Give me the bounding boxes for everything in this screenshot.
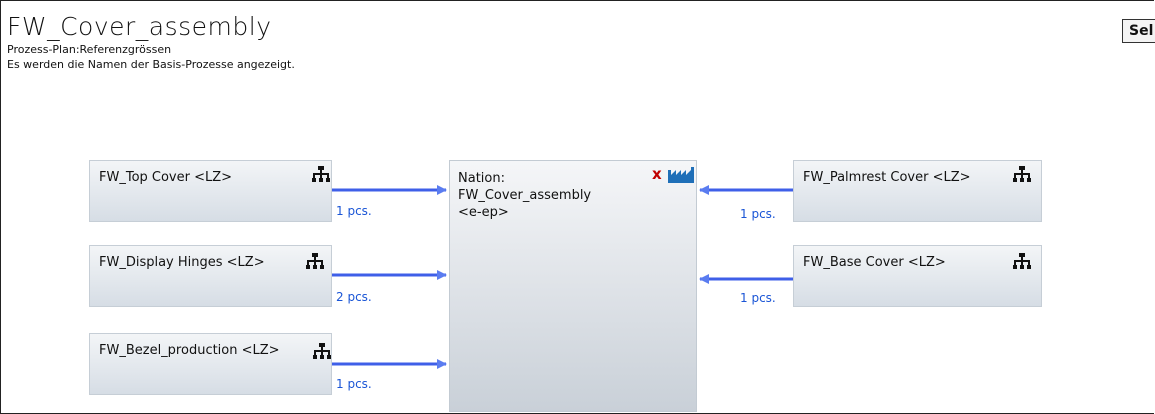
hierarchy-icon[interactable] [313, 343, 331, 359]
node-label: FW_Palmrest Cover <LZ> [803, 170, 971, 185]
center-node-line2: FW_Cover_assembly [458, 188, 592, 203]
hierarchy-icon[interactable] [1013, 253, 1031, 269]
node-label: FW_Bezel_production <LZ> [99, 343, 280, 358]
node-bezel-production[interactable]: FW_Bezel_production <LZ> [89, 333, 332, 395]
node-label: FW_Display Hinges <LZ> [99, 255, 265, 270]
center-node-line3: <e-ep> [458, 205, 509, 220]
close-x-icon[interactable]: x [652, 166, 662, 182]
center-node[interactable]: Nation: FW_Cover_assembly <e-ep> [449, 160, 697, 412]
node-label: FW_Base Cover <LZ> [803, 255, 946, 270]
factory-icon[interactable] [668, 167, 694, 183]
node-top-cover[interactable]: FW_Top Cover <LZ> [89, 160, 332, 222]
node-display-hinges[interactable]: FW_Display Hinges <LZ> [89, 245, 332, 307]
hierarchy-icon[interactable] [1013, 166, 1031, 182]
node-base-cover[interactable]: FW_Base Cover <LZ> [793, 245, 1042, 307]
quantity-label: 1 pcs. [336, 204, 372, 218]
node-label: FW_Top Cover <LZ> [99, 170, 233, 185]
quantity-label: 1 pcs. [336, 377, 372, 391]
node-palmrest-cover[interactable]: FW_Palmrest Cover <LZ> [793, 160, 1042, 222]
quantity-label: 2 pcs. [336, 290, 372, 304]
hierarchy-icon[interactable] [306, 253, 324, 269]
hierarchy-icon[interactable] [312, 166, 330, 182]
quantity-label: 1 pcs. [740, 207, 776, 221]
quantity-label: 1 pcs. [740, 291, 776, 305]
